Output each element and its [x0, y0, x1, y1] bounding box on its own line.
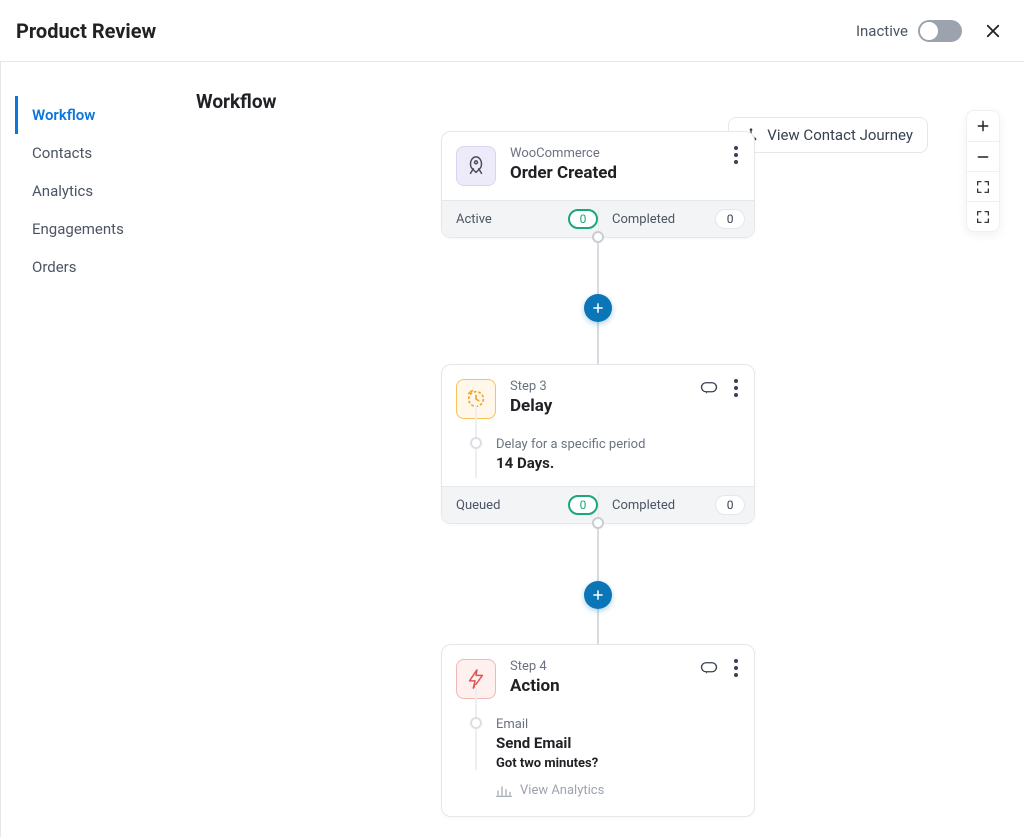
- trigger-icon-box: [456, 146, 496, 186]
- sidebar-item-label: Contacts: [32, 144, 92, 162]
- toggle-knob: [920, 22, 938, 40]
- sidebar-item-label: Workflow: [32, 106, 95, 124]
- delay-detail-eyebrow: Delay for a specific period: [496, 437, 738, 452]
- action-title: Action: [510, 676, 700, 696]
- sidebar-item-analytics[interactable]: Analytics: [15, 172, 172, 210]
- view-contact-journey-button[interactable]: View Contact Journey: [728, 117, 928, 153]
- trigger-footer: Active 0 Completed 0: [442, 200, 754, 237]
- trigger-completed-label: Completed: [612, 212, 675, 227]
- sidebar-item-workflow[interactable]: Workflow: [15, 96, 172, 134]
- fullscreen-button[interactable]: [966, 201, 1000, 231]
- fit-button[interactable]: [966, 171, 1000, 201]
- delay-queued-label: Queued: [456, 498, 500, 513]
- chart-icon: [496, 784, 512, 798]
- sidebar: Workflow Contacts Analytics Engagements …: [0, 62, 172, 837]
- delay-completed-count: 0: [715, 495, 745, 515]
- sidebar-item-label: Engagements: [32, 220, 124, 238]
- journey-button-label: View Contact Journey: [767, 126, 913, 144]
- action-card[interactable]: Step 4 Action Email Send Email Got two m…: [441, 644, 755, 817]
- delay-completed-label: Completed: [612, 498, 675, 513]
- action-detail-subject: Got two minutes?: [496, 756, 738, 771]
- zoom-out-button[interactable]: [966, 141, 1000, 171]
- sidebar-item-contacts[interactable]: Contacts: [15, 134, 172, 172]
- action-step-label: Step 4: [510, 659, 700, 674]
- page-title: Product Review: [16, 19, 156, 43]
- delay-footer: Queued 0 Completed 0: [442, 486, 754, 523]
- action-detail-title: Send Email: [496, 734, 738, 752]
- card-menu-button[interactable]: [734, 146, 738, 164]
- minus-icon: [975, 149, 991, 165]
- section-title: Workflow: [196, 90, 1000, 113]
- delay-queued-count: 0: [568, 495, 598, 515]
- add-step-button[interactable]: [584, 581, 612, 609]
- add-step-button[interactable]: [584, 294, 612, 322]
- delay-step-label: Step 3: [510, 379, 700, 394]
- connector-node: [592, 517, 604, 529]
- zoom-in-button[interactable]: [966, 111, 1000, 141]
- comment-icon[interactable]: [700, 381, 718, 395]
- fit-icon: [975, 179, 991, 195]
- sidebar-item-label: Analytics: [32, 182, 93, 200]
- flow-column: WooCommerce Order Created Active 0 Compl…: [441, 131, 755, 817]
- card-menu-button[interactable]: [734, 379, 738, 397]
- sidebar-item-engagements[interactable]: Engagements: [15, 210, 172, 248]
- zoom-panel: [966, 110, 1000, 232]
- connector-node: [592, 231, 604, 243]
- trigger-active-label: Active: [456, 212, 492, 227]
- workflow-canvas: Workflow View Contact Journey: [172, 62, 1024, 837]
- app-header: Product Review Inactive: [0, 0, 1024, 62]
- action-detail-eyebrow: Email: [496, 717, 738, 732]
- delay-card[interactable]: Step 3 Delay Delay for a specific period…: [441, 364, 755, 524]
- plus-icon: [591, 301, 605, 315]
- trigger-active-count: 0: [568, 209, 598, 229]
- trigger-completed-count: 0: [715, 209, 745, 229]
- plus-icon: [975, 118, 991, 134]
- view-analytics-link[interactable]: View Analytics: [496, 783, 738, 798]
- close-button[interactable]: [980, 18, 1006, 44]
- expand-icon: [975, 209, 991, 225]
- rocket-icon: [465, 155, 487, 177]
- analytics-label: View Analytics: [520, 783, 604, 798]
- close-icon: [984, 22, 1002, 40]
- trigger-eyebrow: WooCommerce: [510, 146, 734, 161]
- sidebar-item-orders[interactable]: Orders: [15, 248, 172, 286]
- activation-toggle[interactable]: [918, 20, 962, 42]
- status-label: Inactive: [856, 22, 908, 40]
- plus-icon: [591, 588, 605, 602]
- sidebar-item-label: Orders: [32, 258, 77, 276]
- trigger-title: Order Created: [510, 163, 734, 183]
- delay-detail-value: 14 Days.: [496, 454, 738, 472]
- comment-icon[interactable]: [700, 661, 718, 675]
- trigger-card[interactable]: WooCommerce Order Created Active 0 Compl…: [441, 131, 755, 238]
- card-menu-button[interactable]: [734, 659, 738, 677]
- delay-title: Delay: [510, 396, 700, 416]
